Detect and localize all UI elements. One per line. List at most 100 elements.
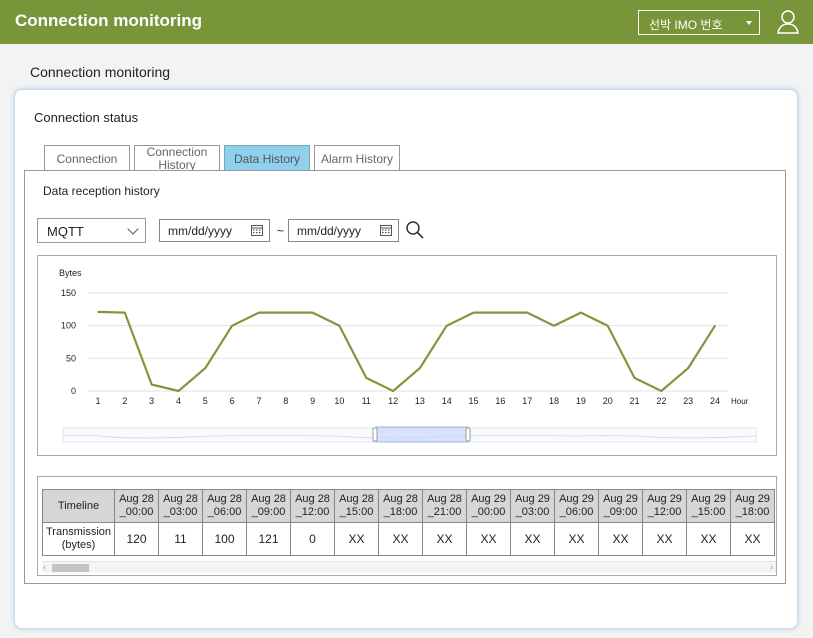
transmission-cell: 121	[246, 522, 291, 556]
tab-connection[interactable]: Connection	[44, 145, 130, 171]
protocol-select-value: MQTT	[47, 224, 84, 239]
timeline-time: _00:00	[119, 506, 154, 518]
transmission-cell: 11	[158, 522, 203, 556]
timeline-date: Aug 28	[427, 493, 462, 505]
timeline-time: _18:00	[383, 506, 418, 518]
date-range-separator: ~	[277, 224, 285, 238]
transmission-header-line2: (bytes)	[61, 539, 96, 551]
user-icon[interactable]	[776, 9, 800, 35]
history-table: Timeline Aug 28 _00:00 Aug 28 _03:00 Aug 28 _…	[42, 489, 775, 556]
data-point	[714, 324, 716, 327]
timeline-date: Aug 29	[603, 493, 638, 505]
timeline-date: Aug 29	[559, 493, 594, 505]
data-point	[177, 390, 180, 392]
app-title: Connection monitoring	[15, 11, 202, 30]
transmission-cell: XX	[598, 522, 643, 556]
timeline-time: _15:00	[691, 506, 726, 518]
vessel-imo-select-label: 선박 IMO 번호	[649, 18, 723, 32]
timeline-time: _06:00	[559, 506, 594, 518]
data-point	[150, 383, 153, 386]
transmission-cell: XX	[642, 522, 687, 556]
scroll-right-icon[interactable]: ›	[770, 562, 773, 572]
tab-connection-label: Connection	[56, 152, 118, 166]
x-tick-label: 8	[283, 396, 288, 406]
table-row: Transmission (bytes) 120 11 100 121 0 XX XX XX X…	[42, 522, 775, 556]
scrollbar-thumb[interactable]	[52, 564, 89, 572]
tab-connection-history[interactable]: Connection History	[134, 145, 220, 172]
range-slider-handle-right[interactable]	[465, 427, 471, 442]
timeline-time: _09:00	[603, 506, 638, 518]
x-tick-label: 19	[576, 396, 586, 406]
range-slider-handle-left[interactable]	[372, 427, 378, 442]
timeline-time: _12:00	[295, 506, 330, 518]
tab-alarm-history[interactable]: Alarm History	[314, 145, 400, 171]
data-point	[204, 367, 207, 369]
timeline-cell: Aug 29 _00:00	[466, 489, 511, 523]
end-date-input[interactable]: mm/dd/yyyy	[288, 219, 399, 242]
timeline-time: _12:00	[647, 506, 682, 518]
data-point	[499, 311, 502, 314]
timeline-time: _15:00	[339, 506, 374, 518]
x-axis-label: Hour	[731, 397, 749, 406]
data-chart: Bytes 150 100 50 0 1 2 3 4 5 6 7 8 9 10 11 12 13 14 15 16 17 1…	[37, 255, 777, 456]
x-tick-label: 20	[603, 396, 613, 406]
data-point	[392, 390, 394, 392]
transmission-header: Transmission (bytes)	[42, 522, 115, 556]
timeline-cell: Aug 28 _06:00	[202, 489, 247, 523]
data-point	[258, 311, 260, 314]
y-tick-label: 100	[61, 321, 76, 331]
data-point	[97, 311, 99, 313]
timeline-cell: Aug 29 _15:00	[686, 489, 731, 523]
timeline-date: Aug 29	[471, 493, 506, 505]
start-date-input[interactable]: mm/dd/yyyy	[159, 219, 270, 242]
timeline-time: _09:00	[251, 506, 286, 518]
vessel-imo-select[interactable]: 선박 IMO 번호	[638, 10, 760, 35]
timeline-cell: Aug 28 _03:00	[158, 489, 203, 523]
tab-data-history[interactable]: Data History	[224, 145, 310, 171]
transmission-cell: XX	[686, 522, 731, 556]
y-tick-label: 50	[66, 353, 76, 363]
timeline-cell: Aug 28 _09:00	[246, 489, 291, 523]
x-tick-label: 24	[710, 396, 720, 406]
data-point	[633, 377, 636, 379]
timeline-header-label: Timeline	[57, 499, 100, 512]
timeline-date: Aug 28	[383, 493, 418, 505]
timeline-cell: Aug 28 _18:00	[378, 489, 423, 523]
scroll-left-icon[interactable]: ‹	[43, 562, 46, 572]
data-point	[284, 311, 287, 314]
range-slider-window[interactable]	[375, 426, 469, 443]
timeline-cell: Aug 29 _06:00	[554, 489, 599, 523]
timeline-date: Aug 28	[119, 493, 154, 505]
data-point	[338, 324, 341, 327]
data-point	[231, 324, 233, 327]
timeline-cell: Aug 28 _21:00	[422, 489, 467, 523]
transmission-cell: 0	[290, 522, 335, 556]
timeline-date: Aug 28	[295, 493, 330, 505]
tab-data-history-label: Data History	[233, 152, 301, 166]
data-point	[606, 324, 609, 327]
x-tick-label: 17	[522, 396, 532, 406]
horizontal-scrollbar[interactable]: ‹ ›	[42, 561, 776, 573]
timeline-date: Aug 28	[339, 493, 374, 505]
history-table-container: Timeline Aug 28 _00:00 Aug 28 _03:00 Aug 28 _…	[37, 476, 777, 576]
x-tick-label: 11	[362, 396, 371, 406]
data-point	[445, 324, 448, 327]
search-icon[interactable]	[405, 220, 425, 240]
x-tick-label: 21	[630, 396, 640, 406]
timeline-time: _18:00	[735, 506, 770, 518]
data-point	[311, 311, 314, 314]
timeline-date: Aug 29	[735, 493, 770, 505]
transmission-cell: XX	[334, 522, 379, 556]
calendar-icon[interactable]	[251, 224, 263, 236]
timeline-date: Aug 28	[207, 493, 242, 505]
chevron-down-icon	[127, 223, 139, 235]
timeline-cell: Aug 29 _03:00	[510, 489, 555, 523]
table-header-row: Timeline Aug 28 _00:00 Aug 28 _03:00 Aug 28 _…	[42, 489, 775, 523]
calendar-icon[interactable]	[380, 224, 392, 236]
section-title: Connection status	[34, 110, 139, 125]
panel-title: Data reception history	[43, 184, 160, 198]
data-point	[580, 311, 582, 314]
protocol-select[interactable]: MQTT	[37, 218, 146, 243]
x-tick-label: 7	[256, 396, 261, 406]
data-point	[419, 367, 421, 369]
